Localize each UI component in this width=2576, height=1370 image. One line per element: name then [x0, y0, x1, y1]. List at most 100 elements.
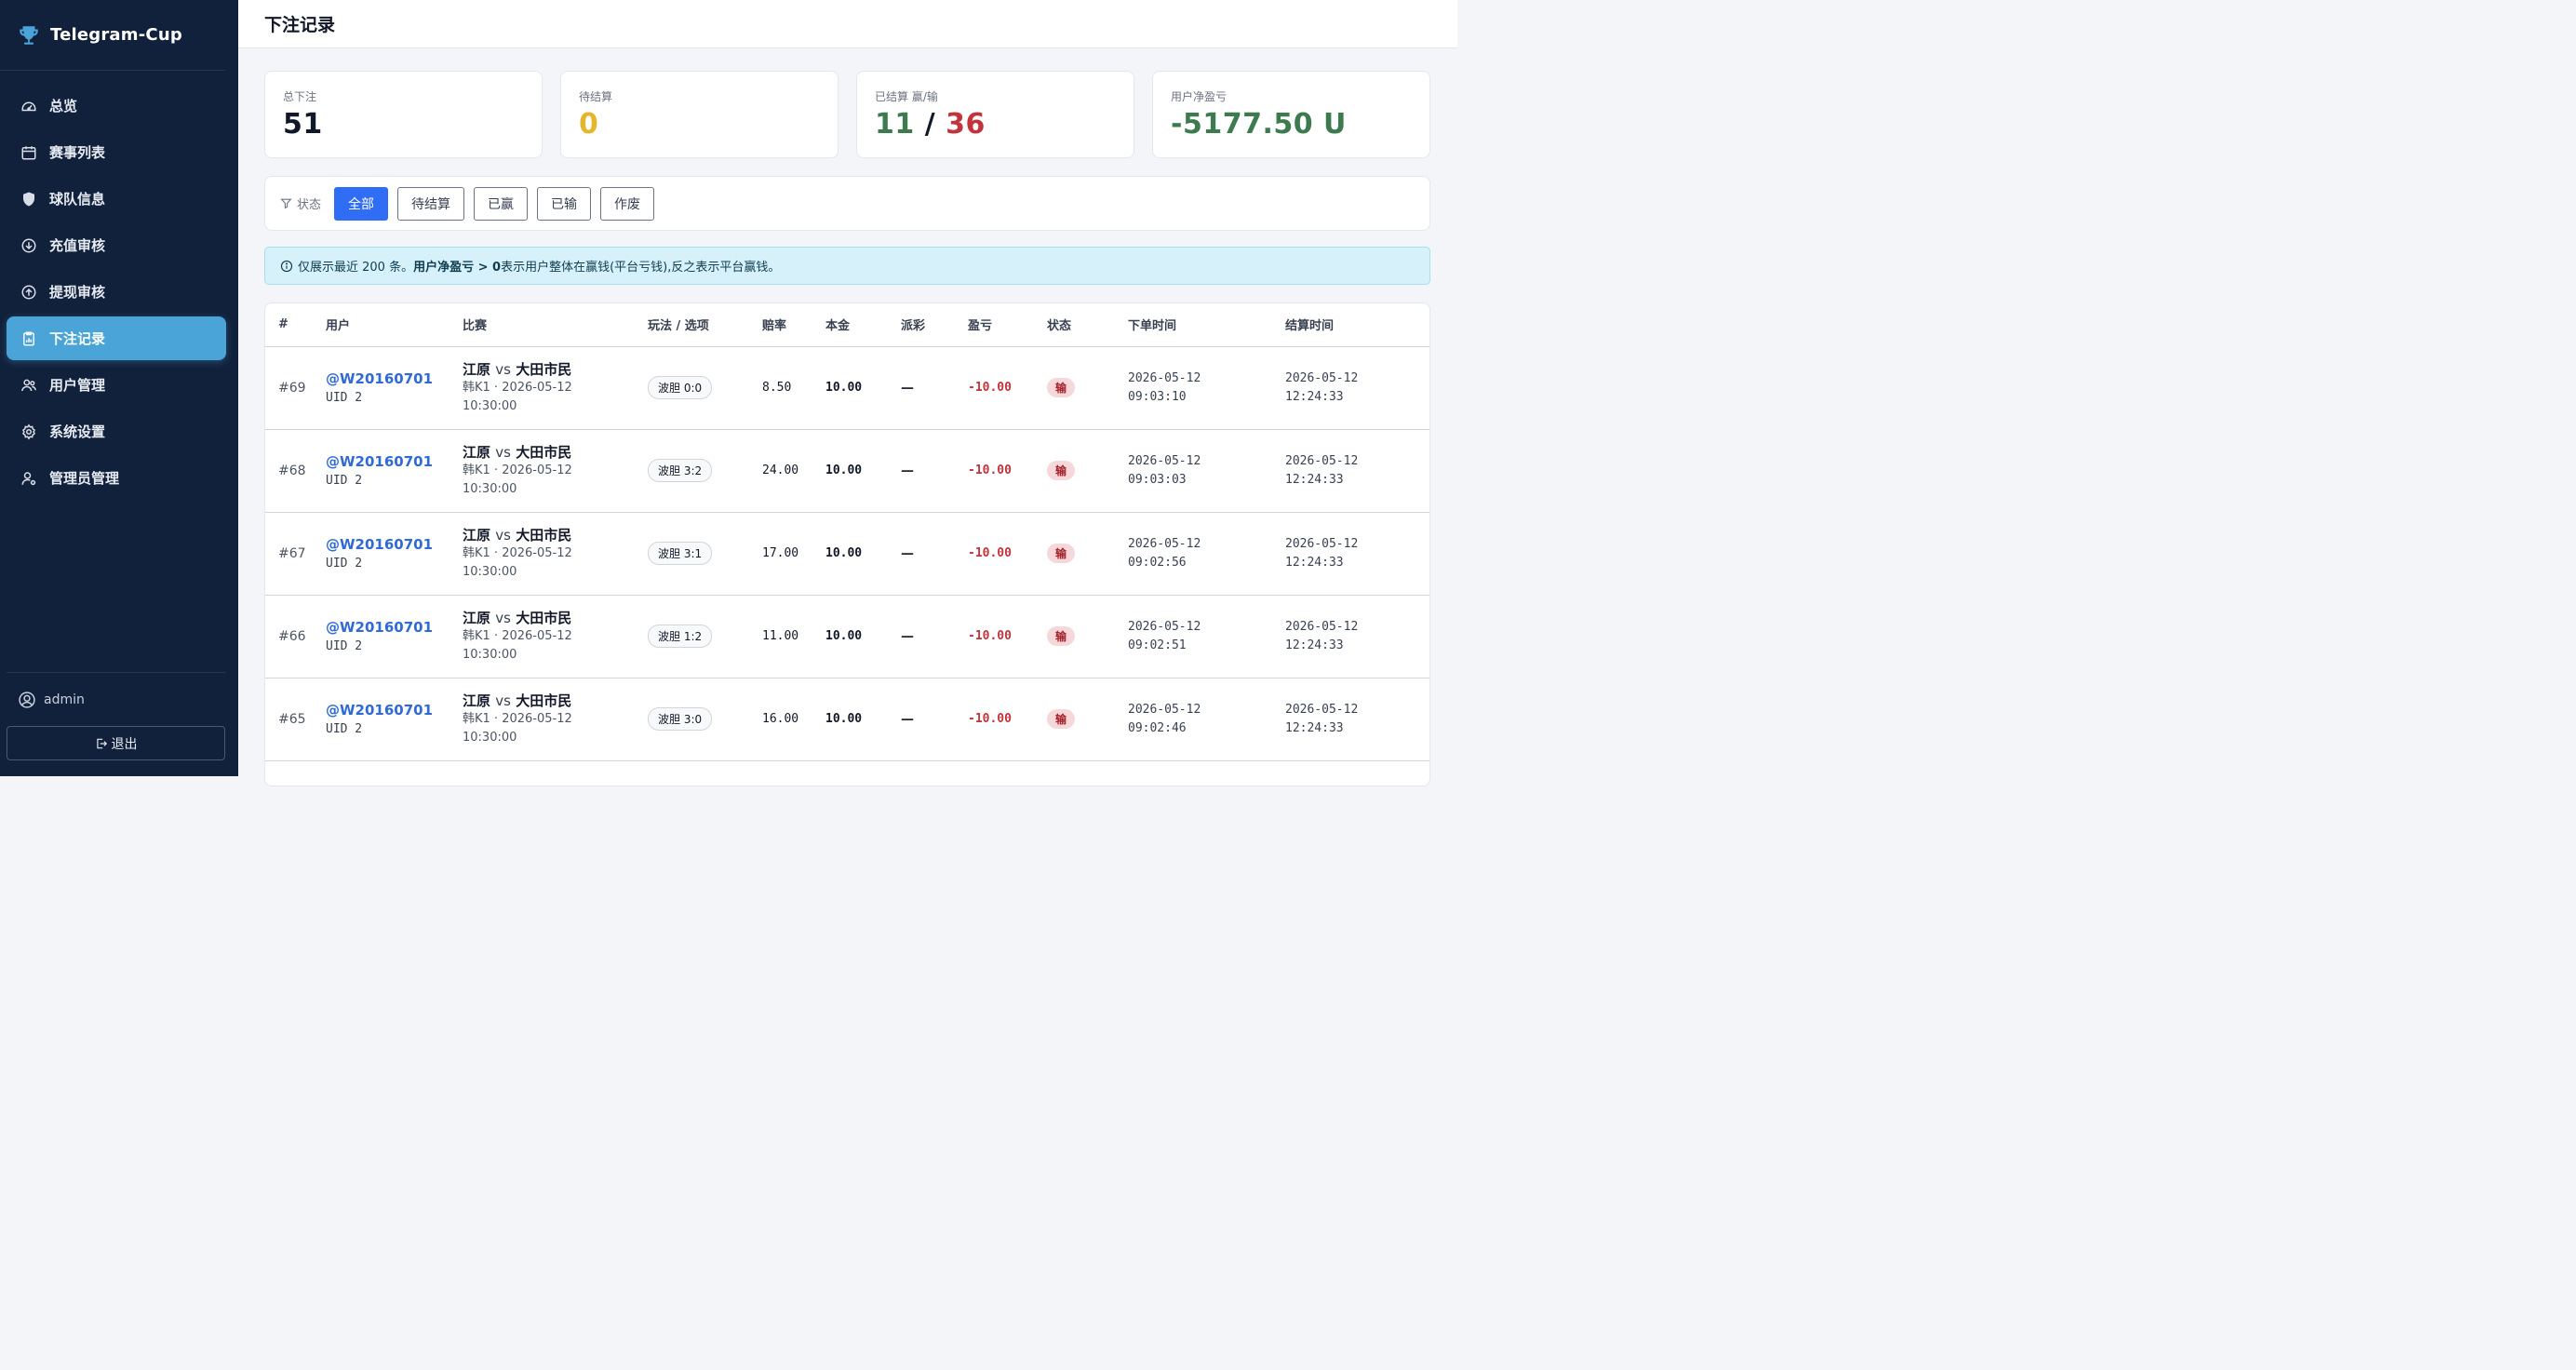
table-row: #67 @W20160701 UID 2 江原 vs 大田市民 韩K1 · 20…	[265, 512, 1429, 596]
filter-void-button[interactable]: 作废	[600, 186, 655, 221]
odds-cell: 11.00	[762, 595, 825, 678]
arrow-down-circle-icon	[20, 236, 38, 255]
home-team: 江原	[463, 444, 491, 461]
sidebar-item-withdraw-review[interactable]: 提现审核	[7, 270, 226, 314]
placed-date: 2026-05-12	[1128, 619, 1201, 634]
sidebar-item-admins[interactable]: 管理员管理	[7, 456, 226, 500]
status-badge: 输	[1047, 626, 1076, 646]
col-header-odds: 赔率	[762, 303, 825, 347]
col-header-payout: 派彩	[901, 303, 968, 347]
table-header-row: # 用户 比赛 玩法 / 选项 赔率 本金 派彩 盈亏 状态 下单时间 结算时间	[265, 303, 1429, 347]
home-team: 江原	[463, 610, 491, 626]
placed-time: 09:03:03	[1128, 472, 1187, 487]
pnl-cell: -10.00	[968, 346, 1047, 430]
match-league-date: 韩K1 · 2026-05-12	[463, 629, 572, 643]
gauge-icon	[20, 97, 38, 115]
sidebar-item-label: 充值审核	[49, 237, 106, 254]
pnl-cell: -10.00	[968, 429, 1047, 513]
away-team: 大田市民	[516, 527, 572, 544]
pick-pill: 波胆 3:0	[648, 707, 713, 731]
page-header: 下注记录	[238, 0, 1457, 48]
match-cell: 江原 vs 大田市民 韩K1 · 2026-05-12 10:30:00	[463, 512, 648, 596]
pick-pill: 波胆 1:2	[648, 625, 713, 648]
settled-date: 2026-05-12	[1285, 453, 1359, 468]
sidebar-item-label: 提现审核	[49, 284, 106, 301]
user-link[interactable]: @W20160701	[326, 619, 463, 636]
sidebar-item-label: 用户管理	[49, 377, 106, 394]
status-badge: 输	[1047, 378, 1076, 397]
sidebar-item-matches[interactable]: 赛事列表	[7, 130, 226, 174]
stat-loss-count: 36	[946, 108, 986, 141]
stake-cell: 10.00	[825, 595, 901, 678]
stat-value: 51	[283, 108, 323, 141]
notice-prefix: 仅展示最近 200 条。	[298, 261, 414, 275]
match-league-date: 韩K1 · 2026-05-12	[463, 463, 572, 477]
user-link[interactable]: @W20160701	[326, 536, 463, 553]
pick-cell: 波胆 3:2	[648, 429, 762, 513]
col-header-placed-time: 下单时间	[1128, 303, 1285, 347]
status-badge: 输	[1047, 544, 1076, 563]
settled-time-cell: 2026-05-12 12:24:33	[1285, 678, 1429, 761]
odds-cell: 17.00	[762, 512, 825, 596]
payout-cell: —	[901, 346, 968, 430]
match-title: 江原 vs 大田市民	[463, 691, 648, 710]
filter-won-button[interactable]: 已赢	[474, 186, 529, 221]
trophy-icon	[20, 25, 38, 45]
vs-label: vs	[495, 527, 511, 544]
status-cell: 输	[1047, 512, 1128, 596]
current-user-name: admin	[44, 692, 85, 707]
status-badge: 输	[1047, 461, 1076, 480]
sidebar-item-deposit-review[interactable]: 充值审核	[7, 223, 226, 267]
settled-time: 12:24:33	[1285, 389, 1344, 404]
user-uid: UID 2	[326, 474, 363, 488]
sidebar-item-label: 总览	[49, 98, 78, 114]
vs-label: vs	[495, 692, 511, 709]
sidebar-item-settings[interactable]: 系统设置	[7, 410, 226, 453]
col-header-pnl: 盈亏	[968, 303, 1047, 347]
user-link[interactable]: @W20160701	[326, 453, 463, 470]
placed-time: 09:02:56	[1128, 555, 1187, 570]
stake-cell: 10.00	[825, 678, 901, 761]
filter-icon	[280, 198, 292, 209]
stat-win-count: 11	[875, 108, 915, 141]
user-link[interactable]: @W20160701	[326, 370, 463, 387]
settled-time: 12:24:33	[1285, 638, 1344, 652]
gear-icon	[20, 423, 38, 441]
pnl-cell: -10.00	[968, 678, 1047, 761]
stat-user-pnl: 用户净盈亏 -5177.50 U	[1152, 71, 1430, 158]
sidebar-item-bet-records[interactable]: 下注记录	[7, 316, 226, 360]
sidebar-item-overview[interactable]: 总览	[7, 84, 226, 128]
col-header-match: 比赛	[463, 303, 648, 347]
filter-pending-button[interactable]: 待结算	[397, 186, 465, 221]
filter-all-button[interactable]: 全部	[334, 186, 389, 221]
stat-label: 总下注	[283, 90, 317, 103]
stat-settled: 已结算 赢/输 11 / 36	[856, 71, 1134, 158]
stat-pending: 待结算 0	[560, 71, 839, 158]
admin-user-icon	[20, 469, 38, 488]
status-cell: 输	[1047, 429, 1128, 513]
table-row: #69 @W20160701 UID 2 江原 vs 大田市民 韩K1 · 20…	[265, 346, 1429, 430]
filter-label: 状态	[280, 195, 321, 212]
home-team: 江原	[463, 692, 491, 709]
logout-button[interactable]: 退出	[7, 726, 225, 760]
user-uid: UID 2	[326, 557, 363, 571]
sidebar-item-users[interactable]: 用户管理	[7, 363, 226, 407]
logout-icon	[96, 738, 107, 748]
col-header-pick: 玩法 / 选项	[648, 303, 762, 347]
sidebar-item-teams[interactable]: 球队信息	[7, 177, 226, 221]
current-user: admin	[7, 672, 226, 726]
filter-lost-button[interactable]: 已输	[537, 186, 592, 221]
settled-time: 12:24:33	[1285, 472, 1344, 487]
col-header-settled-time: 结算时间	[1285, 303, 1429, 347]
bets-table: # 用户 比赛 玩法 / 选项 赔率 本金 派彩 盈亏 状态 下单时间 结算时间…	[265, 303, 1429, 761]
pick-cell: 波胆 0:0	[648, 346, 762, 430]
stake-cell: 10.00	[825, 512, 901, 596]
settled-time-cell: 2026-05-12 12:24:33	[1285, 512, 1429, 596]
table-row: #68 @W20160701 UID 2 江原 vs 大田市民 韩K1 · 20…	[265, 429, 1429, 513]
user-link[interactable]: @W20160701	[326, 702, 463, 719]
table-row: #65 @W20160701 UID 2 江原 vs 大田市民 韩K1 · 20…	[265, 678, 1429, 761]
filter-label-text: 状态	[297, 198, 322, 212]
payout-cell: —	[901, 678, 968, 761]
brand[interactable]: Telegram-Cup	[0, 0, 225, 71]
match-title: 江原 vs 大田市民	[463, 525, 648, 544]
